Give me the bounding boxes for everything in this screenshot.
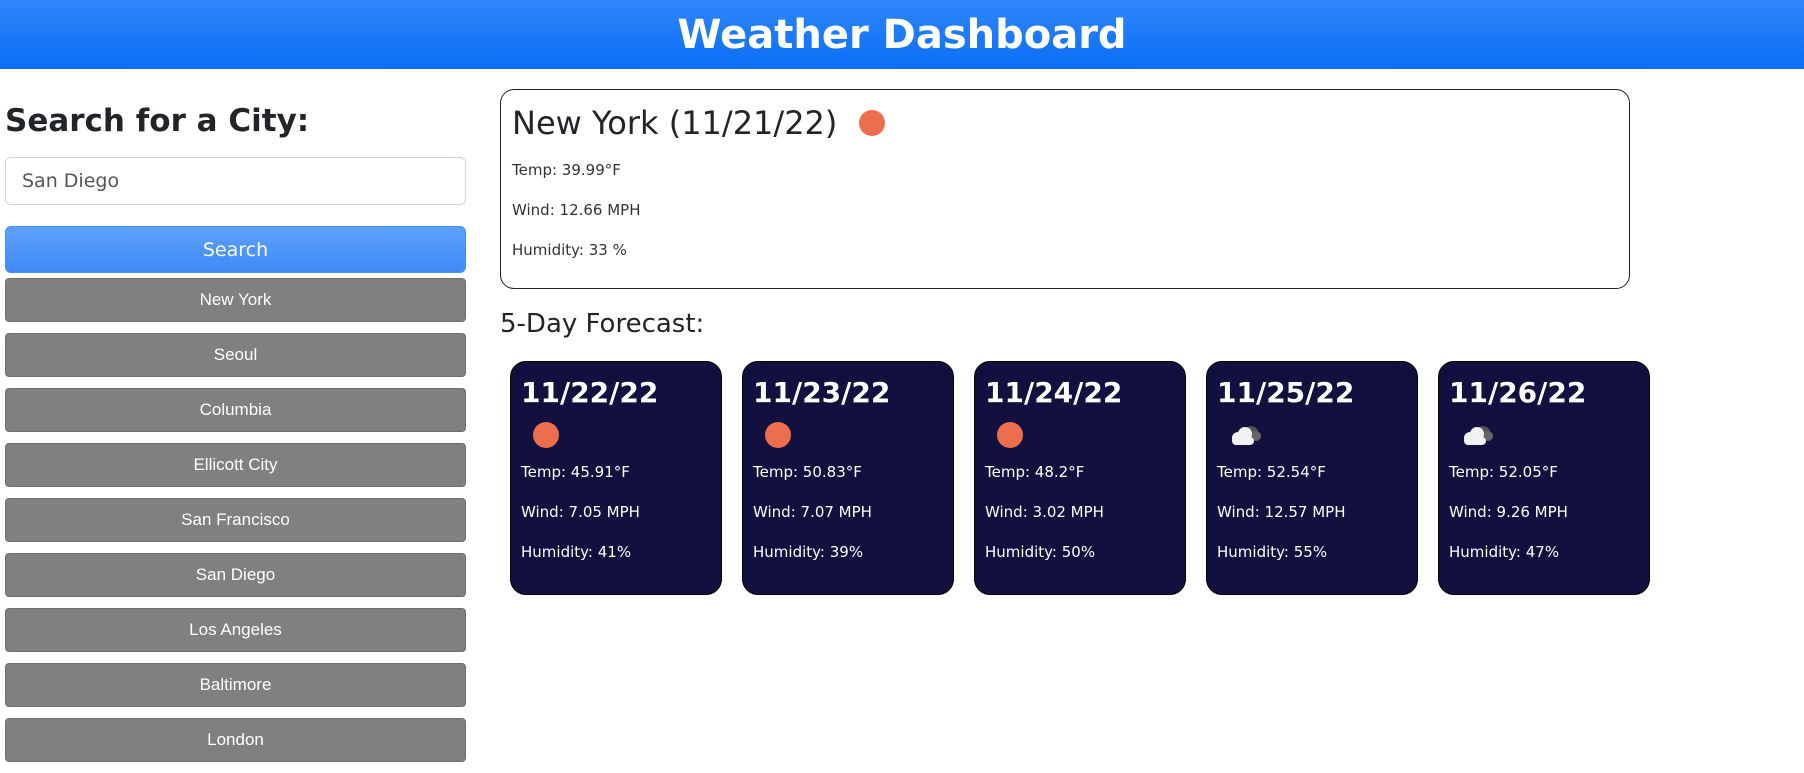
forecast-humidity: Humidity: 41% <box>521 543 632 561</box>
forecast-date: 11/25/22 <box>1217 376 1355 409</box>
forecast-date: 11/24/22 <box>985 376 1123 409</box>
forecast-wind: Wind: 12.57 MPH <box>1217 503 1346 521</box>
forecast-temp: Temp: 52.05°F <box>1449 463 1558 481</box>
current-humidity: Humidity: 33 % <box>512 241 627 259</box>
search-history-list: New York Seoul Columbia Ellicott City Sa… <box>5 278 466 773</box>
forecast-humidity: Humidity: 55% <box>1217 543 1328 561</box>
forecast-humidity: Humidity: 39% <box>753 543 864 561</box>
cloud-icon <box>1227 423 1265 447</box>
forecast-title: 5-Day Forecast: <box>500 309 705 339</box>
forecast-wind: Wind: 3.02 MPH <box>985 503 1104 521</box>
city-search-input[interactable] <box>5 157 466 205</box>
forecast-humidity: Humidity: 47% <box>1449 543 1560 561</box>
history-button[interactable]: Baltimore <box>5 663 466 707</box>
history-button[interactable]: Los Angeles <box>5 608 466 652</box>
sun-icon <box>859 110 886 136</box>
search-button[interactable]: Search <box>5 226 466 273</box>
page-title: Weather Dashboard <box>677 11 1127 58</box>
current-temp: Temp: 39.99°F <box>512 161 621 179</box>
current-weather-card: New York (11/21/22) Temp: 39.99°F Wind: … <box>500 89 1630 289</box>
history-button[interactable]: Columbia <box>5 388 466 432</box>
sun-icon <box>997 422 1023 448</box>
forecast-wind: Wind: 9.26 MPH <box>1449 503 1568 521</box>
search-sidebar: Search for a City: Search New York Seoul… <box>5 100 466 762</box>
forecast-temp: Temp: 45.91°F <box>521 463 630 481</box>
page-header: Weather Dashboard <box>0 0 1804 69</box>
history-button[interactable]: San Diego <box>5 553 466 597</box>
forecast-card: 11/25/22 Temp: 52.54°F Wind: 12.57 MPH H… <box>1206 361 1418 595</box>
forecast-humidity: Humidity: 50% <box>985 543 1096 561</box>
history-button[interactable]: Seoul <box>5 333 466 377</box>
history-button[interactable]: Ellicott City <box>5 443 466 487</box>
forecast-date: 11/22/22 <box>521 376 659 409</box>
current-wind: Wind: 12.66 MPH <box>512 201 641 219</box>
forecast-temp: Temp: 48.2°F <box>985 463 1085 481</box>
forecast-list: 11/22/22 Temp: 45.91°F Wind: 7.05 MPH Hu… <box>510 361 1670 595</box>
current-weather-header: New York (11/21/22) <box>512 100 1618 146</box>
forecast-card: 11/26/22 Temp: 52.05°F Wind: 9.26 MPH Hu… <box>1438 361 1650 595</box>
forecast-card: 11/22/22 Temp: 45.91°F Wind: 7.05 MPH Hu… <box>510 361 722 595</box>
forecast-date: 11/26/22 <box>1449 376 1587 409</box>
forecast-card: 11/23/22 Temp: 50.83°F Wind: 7.07 MPH Hu… <box>742 361 954 595</box>
search-title: Search for a City: <box>5 103 310 139</box>
forecast-date: 11/23/22 <box>753 376 891 409</box>
forecast-card: 11/24/22 Temp: 48.2°F Wind: 3.02 MPH Hum… <box>974 361 1186 595</box>
cloud-icon <box>1459 423 1497 447</box>
forecast-wind: Wind: 7.05 MPH <box>521 503 640 521</box>
history-button[interactable]: New York <box>5 278 466 322</box>
forecast-wind: Wind: 7.07 MPH <box>753 503 872 521</box>
history-button[interactable]: San Francisco <box>5 498 466 542</box>
forecast-temp: Temp: 50.83°F <box>753 463 862 481</box>
sun-icon <box>765 422 791 448</box>
history-button[interactable]: London <box>5 718 466 762</box>
sun-icon <box>533 422 559 448</box>
current-city-date: New York (11/21/22) <box>512 104 838 142</box>
forecast-temp: Temp: 52.54°F <box>1217 463 1326 481</box>
